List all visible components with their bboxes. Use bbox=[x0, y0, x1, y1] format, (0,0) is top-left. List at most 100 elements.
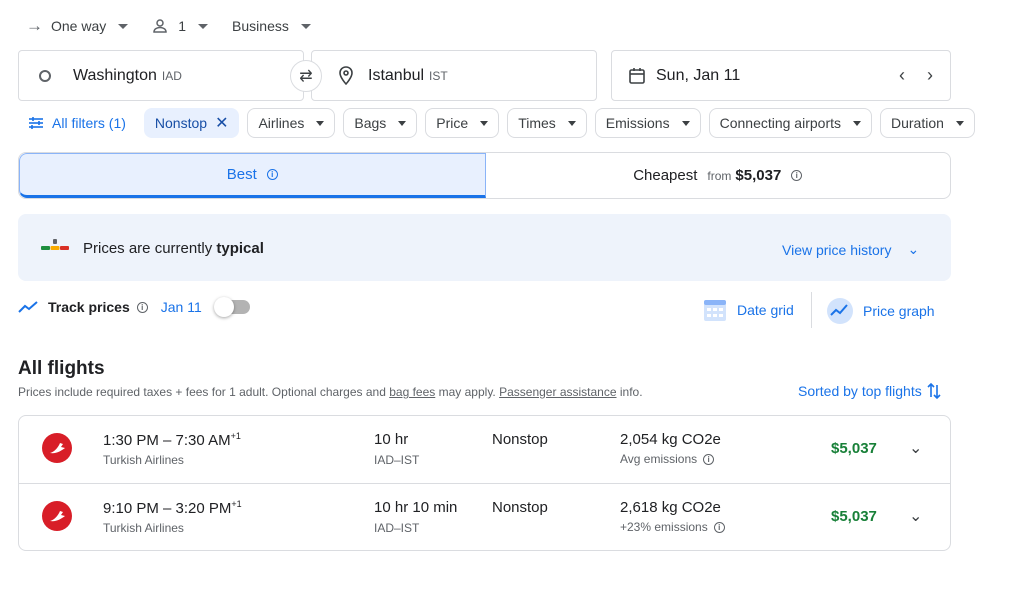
tab-cheapest-label: Cheapest bbox=[633, 167, 698, 184]
airlines-filter-label: Airlines bbox=[258, 115, 305, 131]
caret-down-icon bbox=[480, 120, 489, 126]
tab-best-label: Best bbox=[226, 166, 257, 183]
from-label: from bbox=[707, 168, 732, 183]
caret-down-icon bbox=[853, 120, 861, 126]
turkish-airlines-logo-icon bbox=[42, 433, 72, 463]
swap-arrows-icon: ⇄ bbox=[299, 68, 313, 85]
expand-chevron-icon[interactable]: ⌄ bbox=[909, 506, 922, 526]
cabin-class-select[interactable]: Business bbox=[232, 18, 311, 34]
next-date-button[interactable]: › bbox=[916, 65, 944, 86]
swap-button[interactable]: ⇄ bbox=[290, 60, 322, 92]
info-icon[interactable]: i bbox=[136, 301, 148, 313]
flight-row[interactable]: 9:10 PM – 3:20 PM+1 Turkish Airlines 10 … bbox=[19, 483, 950, 550]
calendar-icon bbox=[629, 67, 645, 84]
all-flights-heading: All flights bbox=[18, 358, 105, 379]
track-date: Jan 11 bbox=[160, 299, 202, 315]
disclaimer-text: info. bbox=[619, 385, 643, 399]
previous-date-button[interactable]: ‹ bbox=[888, 65, 916, 86]
day-offset: +1 bbox=[230, 431, 241, 441]
turkish-airlines-logo-icon bbox=[42, 501, 72, 531]
caret-down-icon bbox=[681, 120, 690, 126]
price-level: typical bbox=[216, 240, 264, 257]
tab-cheapest[interactable]: Cheapest from $5,037 i bbox=[486, 153, 951, 198]
close-icon[interactable]: ✕ bbox=[215, 113, 228, 133]
trip-type-label: One way bbox=[51, 18, 107, 34]
connecting-airports-filter[interactable]: Connecting airports bbox=[708, 108, 872, 138]
arrow-right-icon: → bbox=[26, 16, 43, 35]
info-icon[interactable]: i bbox=[791, 170, 803, 181]
flight-duration: 10 hr bbox=[374, 431, 409, 448]
trip-type-select[interactable]: → One way bbox=[26, 16, 129, 36]
caret-down-icon bbox=[398, 120, 407, 126]
flight-price: $5,037 bbox=[831, 508, 877, 525]
passenger-assistance-link[interactable]: Passenger assistance bbox=[499, 385, 616, 399]
nonstop-chip[interactable]: Nonstop ✕ bbox=[143, 108, 240, 138]
caret-down-icon bbox=[300, 23, 311, 29]
day-offset: +1 bbox=[231, 499, 242, 509]
airlines-filter[interactable]: Airlines bbox=[247, 108, 336, 138]
price-insight-prefix: Prices are currently bbox=[83, 240, 213, 257]
toggle-knob bbox=[213, 297, 234, 317]
date-grid-icon bbox=[704, 300, 726, 321]
trending-icon bbox=[18, 301, 38, 313]
airline-name: Turkish Airlines bbox=[103, 453, 184, 467]
track-prices-label: Track prices bbox=[48, 299, 130, 315]
view-price-history-button[interactable]: View price history ⌄ bbox=[782, 241, 919, 258]
price-filter-label: Price bbox=[436, 115, 469, 131]
flight-emissions: 2,618 kg CO2e bbox=[620, 499, 721, 516]
tab-best[interactable]: Best i bbox=[19, 153, 486, 198]
caret-down-icon bbox=[118, 23, 129, 29]
caret-down-icon bbox=[198, 23, 209, 29]
sorted-by-label: Sorted by top flights bbox=[798, 383, 922, 399]
info-icon[interactable]: i bbox=[713, 521, 725, 533]
price-graph-button[interactable]: Price graph bbox=[826, 297, 935, 325]
flight-results-list: 1:30 PM – 7:30 AM+1 Turkish Airlines 10 … bbox=[18, 415, 951, 551]
track-prices-row: Track prices i Jan 11 bbox=[18, 297, 250, 317]
disclaimer-text: Prices include required taxes + fees for… bbox=[18, 385, 386, 399]
price-filter[interactable]: Price bbox=[425, 108, 500, 138]
price-insight-text: Prices are currently typical bbox=[83, 240, 264, 257]
times-filter[interactable]: Times bbox=[507, 108, 587, 138]
origin-field[interactable]: Washington IAD bbox=[18, 50, 304, 101]
flight-route: IAD–IST bbox=[374, 453, 420, 467]
emissions-note-label: Avg emissions bbox=[620, 452, 698, 466]
destination-field[interactable]: Istanbul IST bbox=[311, 50, 597, 101]
emissions-note: +23% emissions i bbox=[620, 520, 725, 534]
all-filters-button[interactable]: All filters (1) bbox=[18, 108, 136, 138]
flight-price: $5,037 bbox=[831, 440, 877, 457]
info-icon[interactable]: i bbox=[703, 453, 715, 465]
price-disclaimer: Prices include required taxes + fees for… bbox=[18, 385, 643, 399]
tune-icon bbox=[29, 117, 43, 129]
price-graph-label: Price graph bbox=[863, 303, 935, 319]
emissions-note: Avg emissions i bbox=[620, 452, 715, 466]
date-grid-button[interactable]: Date grid bbox=[702, 297, 794, 323]
disclaimer-text: may apply. bbox=[438, 385, 496, 399]
destination-city: Istanbul bbox=[368, 66, 425, 84]
duration-filter[interactable]: Duration bbox=[880, 108, 975, 138]
trip-options-bar: → One way 1 Business bbox=[26, 14, 311, 38]
departure-date-field[interactable]: Sun, Jan 11 ‹ › bbox=[611, 50, 951, 101]
nonstop-chip-label: Nonstop bbox=[154, 115, 208, 131]
sort-tabs: Best i Cheapest from $5,037 i bbox=[18, 152, 951, 199]
departure-arrival-times: 1:30 PM – 7:30 AM bbox=[103, 432, 231, 449]
departure-date: Sun, Jan 11 bbox=[656, 66, 741, 84]
caret-down-icon bbox=[955, 120, 964, 126]
bag-fees-link[interactable]: bag fees bbox=[389, 385, 435, 399]
emissions-filter-label: Emissions bbox=[605, 115, 670, 131]
track-prices-toggle[interactable] bbox=[213, 297, 250, 317]
passengers-select[interactable]: 1 bbox=[152, 18, 209, 34]
destination-code: IST bbox=[429, 68, 448, 83]
flight-route: IAD–IST bbox=[374, 521, 420, 535]
sort-button[interactable]: Sorted by top flights bbox=[798, 382, 942, 400]
emissions-filter[interactable]: Emissions bbox=[594, 108, 701, 138]
origin-code: IAD bbox=[161, 68, 182, 83]
info-icon[interactable]: i bbox=[266, 169, 278, 180]
sort-arrows-icon bbox=[927, 382, 941, 400]
caret-down-icon bbox=[567, 120, 576, 126]
flight-row[interactable]: 1:30 PM – 7:30 AM+1 Turkish Airlines 10 … bbox=[19, 416, 950, 483]
date-grid-label: Date grid bbox=[737, 302, 794, 318]
departure-arrival-times: 9:10 PM – 3:20 PM bbox=[103, 500, 232, 517]
bags-filter[interactable]: Bags bbox=[343, 108, 418, 138]
cheapest-price: $5,037 bbox=[735, 167, 782, 184]
expand-chevron-icon[interactable]: ⌄ bbox=[909, 438, 922, 458]
